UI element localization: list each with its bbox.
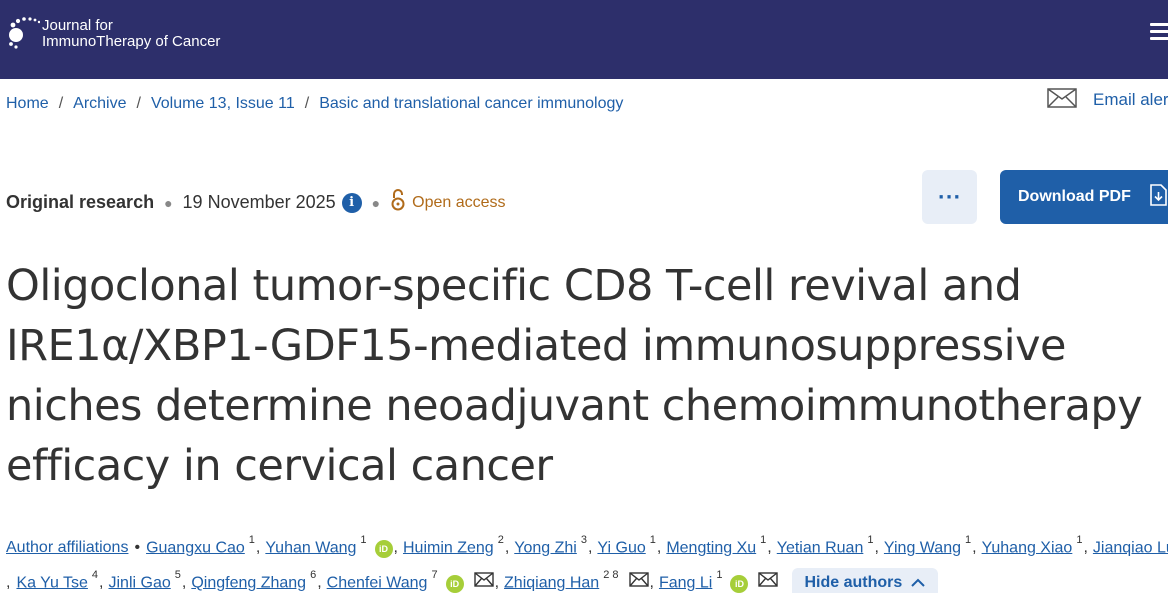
breadcrumb-home[interactable]: Home [6,95,49,112]
email-alerts-link[interactable]: Email aler [1047,88,1168,112]
author-row-2-names: Ka Yu Tse 4, Jinli Gao 5, Qingfeng Zhang 6, Ch… [16,568,779,593]
orcid-icon[interactable]: iD [374,540,393,559]
author-link[interactable]: Yetian Ruan [777,539,864,556]
author-link[interactable]: Zhiqiang Han [504,574,599,591]
author-affiliation-number: 2 [497,533,504,546]
article-meta: Original research ● 19 November 2025 i ●… [6,189,506,216]
author-separator: , [649,574,654,592]
author-separator: , [317,574,322,592]
site-header: Journal for ImmunoTherapy of Cancer [0,0,1168,79]
author-affiliation-number: 4 [91,568,99,581]
author-affiliation-number: 1 [867,533,874,546]
download-pdf-label: Download PDF [1018,188,1131,205]
author-separator: , [972,539,977,557]
mail-icon[interactable] [473,572,494,587]
breadcrumb-section[interactable]: Basic and translational cancer immunolog… [319,95,623,112]
author-link[interactable]: Yuhang Xiao [982,539,1073,556]
breadcrumb-separator: / [304,95,310,112]
publication-date: 19 November 2025 [182,192,336,212]
author-affiliation-number: 1 [649,533,656,546]
author-separator: , [1083,539,1088,557]
author-separator: , [504,539,510,557]
author-affiliation-number: 3 [580,533,587,546]
author-affiliation-number: 1 [716,568,723,581]
author-link[interactable]: Huimin Zeng [403,539,494,556]
author-link[interactable]: Fang Li [659,574,712,591]
meta-separator: ● [371,194,381,211]
author-separator: , [587,539,593,557]
author-affiliation-number: 1 [1076,533,1083,546]
author-link[interactable]: Chenfei Wang [327,574,428,591]
author-link[interactable]: Jinli Gao [109,574,171,591]
logo-line-2: ImmunoTherapy of Cancer [42,33,221,50]
mail-icon[interactable] [628,572,649,587]
author-link[interactable]: Yi Guo [597,539,645,556]
email-alerts-label: Email aler [1093,90,1168,109]
hide-authors-button[interactable]: Hide authors [792,567,939,593]
breadcrumb-archive[interactable]: Archive [73,95,126,112]
author-affiliation-number: 1 [965,533,972,546]
author-affiliation-number: 2 8 [603,568,619,581]
author-affiliation-number: 1 [760,533,767,546]
logo-dots-icon [6,16,41,52]
author-row-1: Author affiliations • Guangxu Cao 1, Yuhan… [6,530,1168,565]
envelope-icon [1047,88,1077,112]
article-type: Original research [6,192,155,212]
author-link[interactable]: Ying Wang [884,539,961,556]
author-affiliation-number: 6 [310,568,317,581]
author-separator: , [181,574,187,592]
breadcrumb-issue[interactable]: Volume 13, Issue 11 [151,95,295,112]
author-link[interactable]: Yuhan Wang [265,539,356,556]
author-separator: , [656,539,662,557]
author-separator: , [874,539,879,557]
more-options-button[interactable]: ··· [922,170,977,224]
download-pdf-button[interactable]: Download PDF [1000,170,1168,224]
author-affiliation-number: 7 [431,568,438,581]
journal-logo[interactable]: Journal for ImmunoTherapy of Cancer [6,16,220,52]
author-link[interactable]: Ka Yu Tse [16,574,87,591]
author-bullet: • [134,538,141,556]
author-link[interactable]: Yong Zhi [514,539,577,556]
orcid-icon[interactable]: iD [445,575,464,593]
author-affiliation-number: 1 [360,533,367,546]
author-separator: , [494,574,500,592]
meta-separator: ● [164,194,173,211]
author-affiliation-number: 5 [174,568,181,581]
author-leading-comma: , [6,573,11,591]
author-row-2: , Ka Yu Tse 4, Jinli Gao 5, Qingfeng Zhang 6,… [6,565,1168,593]
article-title: Oligoclonal tumor-specific CD8 T-cell re… [6,261,1143,491]
breadcrumb-separator: / [136,95,141,112]
breadcrumb-separator: / [58,95,64,112]
mail-icon[interactable] [758,572,779,587]
author-separator: , [255,539,261,557]
author-list: Author affiliations • Guangxu Cao 1, Yuhan… [6,530,1168,593]
author-separator: , [393,539,398,557]
orcid-icon[interactable]: iD [730,575,749,593]
author-link[interactable]: Guangxu Cao [146,539,245,556]
author-row-1-names: Guangxu Cao 1, Yuhan Wang 1iD, Huimin Zeng 2,… [146,533,1168,559]
breadcrumb: Home / Archive / Volume 13, Issue 11 / Basic a… [6,95,623,113]
author-affiliation-number: 1 [248,533,255,546]
author-separator: , [767,539,772,557]
open-access-label: Open access [412,193,506,211]
info-icon[interactable]: i [341,192,362,213]
hamburger-menu-icon[interactable] [1144,20,1168,50]
download-file-icon [1149,183,1167,211]
author-link[interactable]: Qingfeng Zhang [191,574,306,591]
hide-authors-label: Hide authors [804,573,903,591]
author-separator: , [99,574,104,592]
author-link[interactable]: Jianqiao Lu [1093,539,1168,556]
chevron-up-icon [911,578,925,587]
logo-line-1: Journal for [42,17,113,34]
author-link[interactable]: Mengting Xu [666,539,756,556]
logo-text: Journal for ImmunoTherapy of Cancer [42,18,220,50]
author-affiliations-link[interactable]: Author affiliations [6,539,128,557]
open-access-lock-icon [390,189,406,216]
